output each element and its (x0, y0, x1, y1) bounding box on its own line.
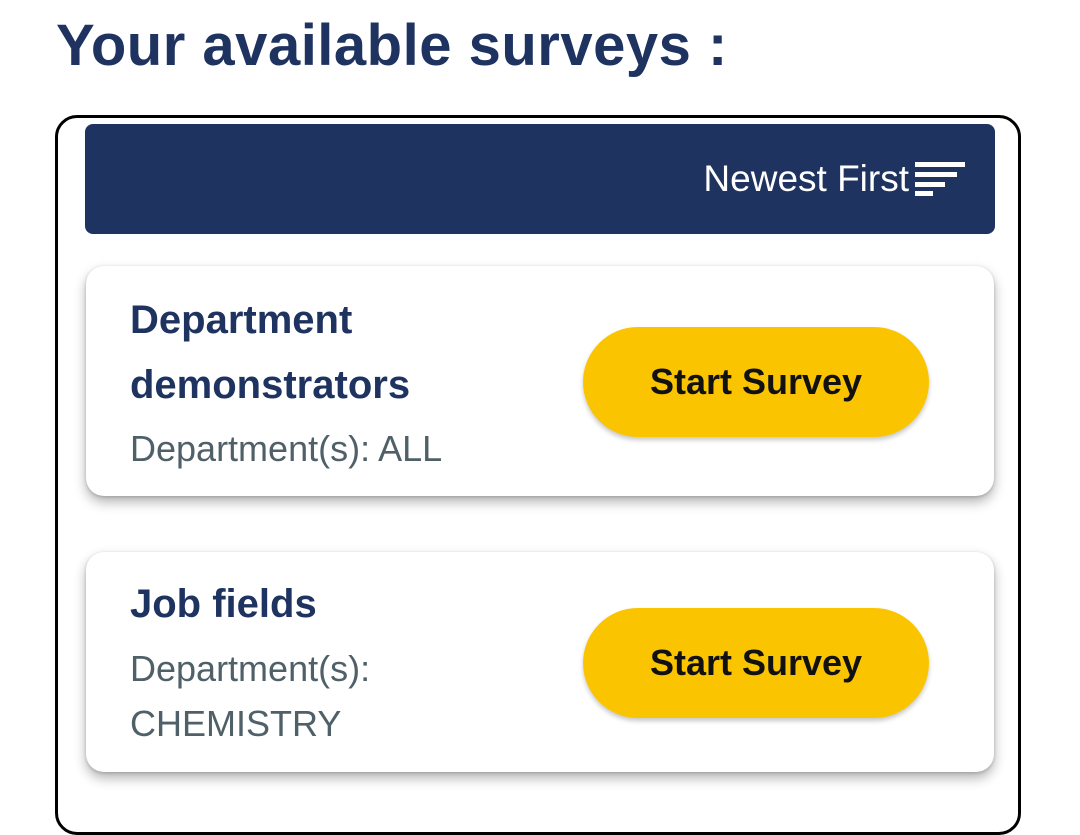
survey-card: Department demonstrators Department(s): … (86, 266, 994, 496)
sort-dropdown[interactable]: Newest First (703, 159, 965, 199)
sort-bar: Newest First (85, 124, 995, 234)
survey-title: Department demonstrators (130, 298, 411, 407)
sort-label: Newest First (703, 158, 909, 199)
page-title: Your available surveys : (56, 13, 728, 78)
survey-title: Job fields (130, 582, 317, 626)
start-survey-button[interactable]: Start Survey (583, 608, 929, 718)
start-survey-button[interactable]: Start Survey (583, 327, 929, 437)
survey-card: Job fields Department(s): CHEMISTRY Star… (86, 552, 994, 772)
sort-icon[interactable] (915, 162, 965, 196)
survey-departments: Department(s): CHEMISTRY (130, 648, 371, 744)
survey-departments: Department(s): ALL (130, 428, 443, 469)
